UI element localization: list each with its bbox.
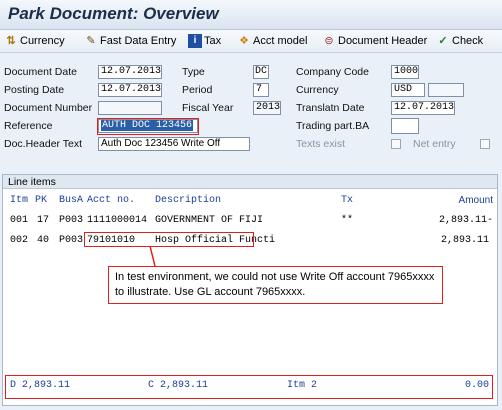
callout-connector [149, 245, 156, 267]
annotation-callout: In test environment, we could not use Wr… [108, 266, 443, 304]
